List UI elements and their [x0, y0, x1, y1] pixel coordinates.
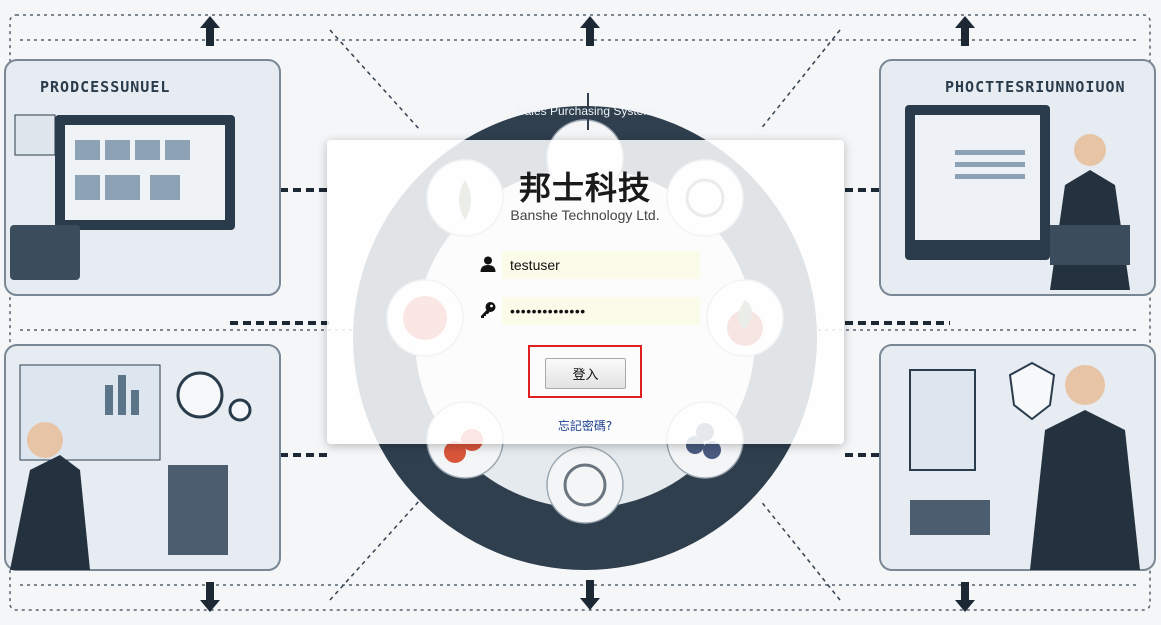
user-icon — [480, 256, 496, 272]
system-title: Sales Purchasing System — [516, 104, 654, 118]
company-logo: 邦士科技 — [518, 169, 651, 207]
login-button[interactable]: 登入 — [545, 358, 626, 389]
company-name: Banshe Technology Ltd. — [510, 207, 660, 223]
key-icon — [481, 302, 496, 318]
forgot-password-link[interactable]: 忘記密碼? — [520, 417, 650, 434]
username-input[interactable] — [502, 251, 700, 279]
right-panel-title: PHOCTTESRIUNNOIUON — [945, 78, 1126, 96]
left-panel-title: PRODCESSUNUEL — [40, 78, 171, 96]
password-input[interactable] — [502, 297, 700, 325]
